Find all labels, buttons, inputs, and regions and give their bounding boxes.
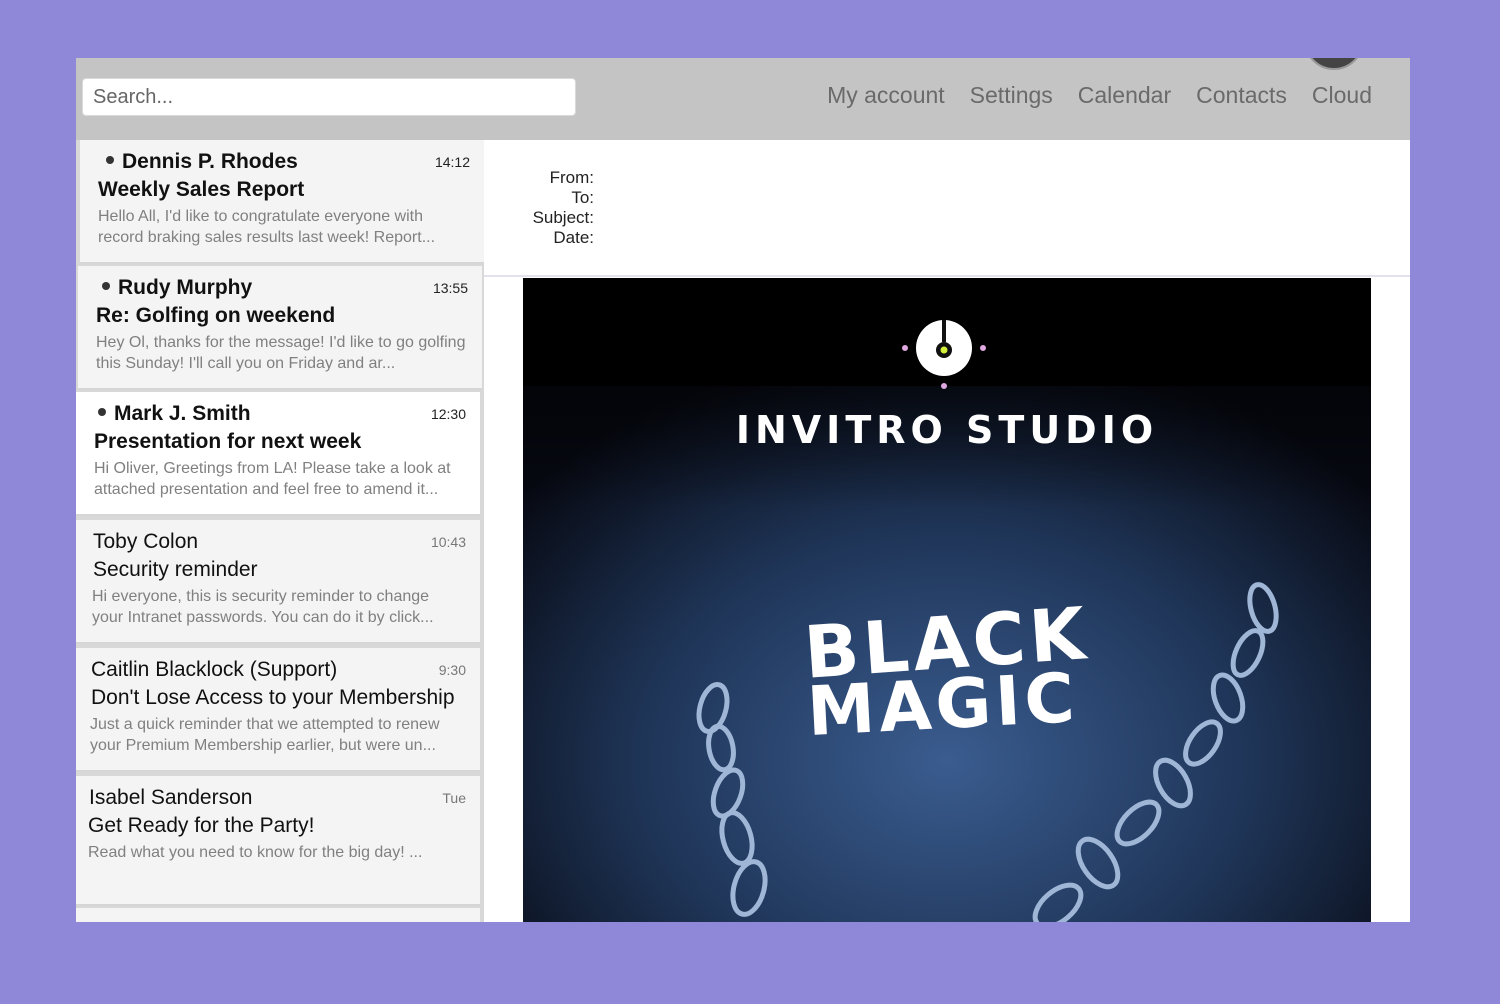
nav-calendar[interactable]: Calendar: [1078, 82, 1171, 109]
email-item[interactable]: Toby Colon 10:43 Security reminder Hi ev…: [76, 520, 480, 644]
search-input[interactable]: [82, 78, 576, 116]
email-item[interactable]: Dennis P. Rhodes 14:12 Weekly Sales Repo…: [80, 140, 484, 264]
to-label: To:: [571, 188, 594, 207]
mail-window: My account Settings Calendar Contacts Cl…: [76, 58, 1410, 922]
email-time: 14:12: [434, 154, 470, 170]
from-label: From:: [549, 168, 594, 187]
top-nav: My account Settings Calendar Contacts Cl…: [827, 82, 1372, 109]
email-preview: Just a quick reminder that we attempted …: [90, 716, 440, 754]
email-subject: Presentation for next week: [94, 430, 362, 453]
brand-name: INVITRO STUDIO: [736, 408, 1158, 452]
unread-dot-icon: [102, 282, 110, 291]
email-time: 10:43: [430, 534, 466, 550]
email-preview: Hi everyone, this is security reminder t…: [92, 588, 434, 626]
email-preview: Hey Ol, thanks for the message! I'd like…: [96, 334, 466, 372]
email-preview: Hello All, I'd like to congratulate ever…: [98, 208, 436, 246]
email-time: Tue: [442, 790, 466, 806]
email-sender: Rudy Murphy: [102, 276, 252, 300]
email-preview: Hi Oliver, Greetings from LA! Please tak…: [94, 460, 451, 498]
unread-dot-icon: [98, 408, 106, 417]
nav-my-account[interactable]: My account: [827, 82, 945, 109]
email-list: Dennis P. Rhodes 14:12 Weekly Sales Repo…: [76, 140, 484, 922]
email-sender-name: Dennis P. Rhodes: [122, 150, 298, 173]
email-time: 9:30: [438, 662, 466, 678]
email-subject: Get Ready for the Party!: [88, 814, 315, 837]
email-item[interactable]: Rudy Murphy 13:55 Re: Golfing on weekend…: [78, 266, 482, 390]
email-subject: Security reminder: [93, 558, 258, 581]
nav-cloud[interactable]: Cloud: [1312, 82, 1372, 109]
top-bar: My account Settings Calendar Contacts Cl…: [76, 58, 1410, 140]
unread-dot-icon: [106, 156, 114, 165]
email-time: 13:55: [432, 280, 468, 296]
email-sender-name: Rudy Murphy: [118, 276, 253, 299]
email-sender: Toby Colon: [93, 530, 199, 553]
nav-contacts[interactable]: Contacts: [1196, 82, 1287, 109]
email-subject: Weekly Sales Report: [98, 178, 305, 201]
email-sender-name: Mark J. Smith: [114, 402, 251, 425]
email-subject: Don't Lose Access to your Membership: [91, 686, 455, 709]
date-label: Date:: [553, 228, 594, 247]
email-subject: Re: Golfing on weekend: [96, 304, 336, 327]
promo-artwork: INVITRO STUDIO BLACK MAGIC: [523, 278, 1371, 922]
email-preview: Read what you need to know for the big d…: [88, 844, 423, 861]
nav-settings[interactable]: Settings: [970, 82, 1053, 109]
email-item[interactable]: [76, 908, 480, 922]
email-sender: Isabel Sanderson: [89, 786, 253, 809]
email-sender: Caitlin Blacklock (Support): [91, 658, 338, 681]
message-body-image: INVITRO STUDIO BLACK MAGIC: [523, 278, 1371, 922]
email-item[interactable]: Mark J. Smith 12:30 Presentation for nex…: [76, 392, 480, 516]
email-sender: Dennis P. Rhodes: [106, 150, 298, 174]
email-time: 12:30: [430, 406, 466, 422]
email-item[interactable]: Caitlin Blacklock (Support) 9:30 Don't L…: [76, 648, 480, 772]
email-item[interactable]: Isabel Sanderson Tue Get Ready for the P…: [76, 776, 480, 906]
message-header: From: To: Subject: Date:: [484, 140, 1410, 277]
email-sender: Mark J. Smith: [98, 402, 251, 426]
avatar[interactable]: [1304, 58, 1364, 70]
headline-magic: MAGIC: [805, 659, 1080, 752]
subject-label: Subject:: [532, 208, 594, 227]
